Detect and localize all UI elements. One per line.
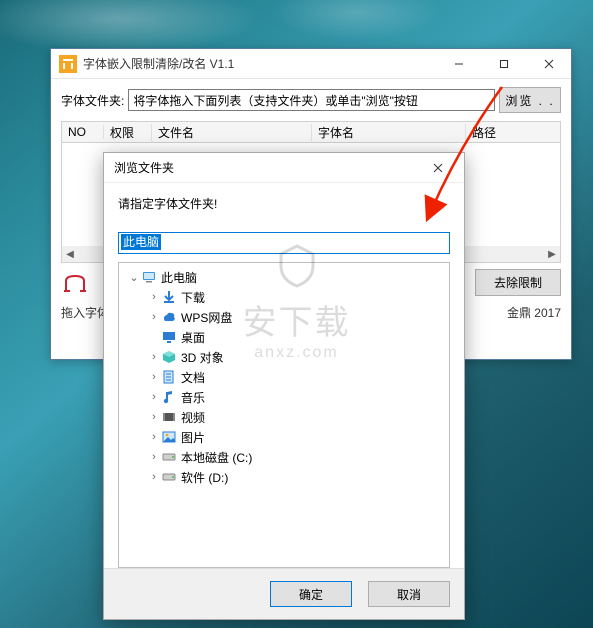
app-icon	[59, 55, 77, 73]
chevron-right-icon[interactable]: ›	[147, 291, 161, 303]
tree-node-label: 桌面	[181, 329, 205, 346]
scroll-right-icon[interactable]: ▶	[544, 246, 560, 262]
maximize-button[interactable]	[481, 49, 526, 78]
tree-node[interactable]: › 本地磁盘 (C:)	[121, 447, 447, 467]
videos-icon	[161, 409, 177, 425]
tree-node[interactable]: › 3D 对象	[121, 347, 447, 367]
minimize-button[interactable]	[436, 49, 481, 78]
tree-node[interactable]: › 软件 (D:)	[121, 467, 447, 487]
disk-icon	[161, 449, 177, 465]
col-no[interactable]: NO	[62, 125, 104, 139]
dialog-body: 请指定字体文件夹! 此电脑 ⌄此电脑›下载›WPS网盘桌面›3D 对象›文档›音…	[104, 183, 464, 568]
browse-button[interactable]: 浏览 . .	[499, 87, 561, 113]
tree-node[interactable]: › 音乐	[121, 387, 447, 407]
tree-node-label: 视频	[181, 409, 205, 426]
disk-icon	[161, 469, 177, 485]
chevron-right-icon[interactable]: ›	[147, 371, 161, 383]
tree-node-label: 软件 (D:)	[181, 469, 228, 486]
wps-icon	[161, 309, 177, 325]
chevron-right-icon[interactable]: ›	[147, 451, 161, 463]
chevron-right-icon[interactable]: ›	[147, 431, 161, 443]
cancel-button[interactable]: 取消	[368, 581, 450, 607]
col-path[interactable]: 路径	[466, 124, 560, 141]
folder-tree[interactable]: ⌄此电脑›下载›WPS网盘桌面›3D 对象›文档›音乐›视频›图片›本地磁盘 (…	[118, 262, 450, 568]
tree-node-label: 文档	[181, 369, 205, 386]
folder-row: 字体文件夹: 浏览 . .	[61, 87, 561, 113]
selected-folder-text: 此电脑	[121, 234, 161, 250]
tree-node-label: 此电脑	[161, 269, 197, 286]
tree-node[interactable]: 桌面	[121, 327, 447, 347]
author-text: 金鼎 2017	[507, 304, 561, 321]
chevron-right-icon[interactable]: ›	[147, 311, 161, 323]
list-header: NO 权限 文件名 字体名 路径	[61, 121, 561, 143]
logo-icon	[61, 271, 89, 295]
close-button[interactable]	[526, 49, 571, 78]
col-perm[interactable]: 权限	[104, 124, 152, 141]
chevron-down-icon[interactable]: ⌄	[127, 271, 141, 284]
folder-input[interactable]	[128, 89, 495, 111]
dialog-title: 浏览文件夹	[114, 159, 174, 176]
dialog-close-button[interactable]	[415, 154, 460, 182]
downloads-icon	[161, 289, 177, 305]
remove-limit-button[interactable]: 去除限制	[475, 269, 561, 296]
hint-text: 拖入字体	[61, 304, 109, 321]
col-file[interactable]: 文件名	[152, 124, 312, 141]
browse-folder-dialog: 浏览文件夹 请指定字体文件夹! 此电脑 ⌄此电脑›下载›WPS网盘桌面›3D 对…	[103, 152, 465, 620]
tree-node[interactable]: › WPS网盘	[121, 307, 447, 327]
tree-node[interactable]: › 图片	[121, 427, 447, 447]
folder-label: 字体文件夹:	[61, 92, 124, 109]
col-font[interactable]: 字体名	[312, 124, 466, 141]
tree-node[interactable]: › 文档	[121, 367, 447, 387]
pictures-icon	[161, 429, 177, 445]
dialog-footer: 确定 取消	[104, 568, 464, 619]
3d-icon	[161, 349, 177, 365]
selected-folder-input[interactable]: 此电脑	[118, 232, 450, 254]
dialog-message: 请指定字体文件夹!	[118, 195, 450, 212]
music-icon	[161, 389, 177, 405]
tree-node-label: 本地磁盘 (C:)	[181, 449, 252, 466]
tree-node-label: 3D 对象	[181, 349, 224, 366]
scroll-left-icon[interactable]: ◀	[62, 246, 78, 262]
chevron-right-icon[interactable]: ›	[147, 391, 161, 403]
tree-node[interactable]: ⌄ 此电脑	[121, 267, 447, 287]
tree-node[interactable]: › 视频	[121, 407, 447, 427]
tree-node-label: 下载	[181, 289, 205, 306]
chevron-right-icon[interactable]: ›	[147, 471, 161, 483]
window-title: 字体嵌入限制清除/改名 V1.1	[83, 55, 234, 72]
chevron-right-icon[interactable]: ›	[147, 411, 161, 423]
tree-node[interactable]: › 下载	[121, 287, 447, 307]
desktop-icon	[161, 329, 177, 345]
ok-button[interactable]: 确定	[270, 581, 352, 607]
chevron-right-icon[interactable]: ›	[147, 351, 161, 363]
dialog-titlebar: 浏览文件夹	[104, 153, 464, 183]
pc-icon	[141, 269, 157, 285]
documents-icon	[161, 369, 177, 385]
tree-node-label: 图片	[181, 429, 205, 446]
tree-node-label: WPS网盘	[181, 309, 232, 326]
titlebar: 字体嵌入限制清除/改名 V1.1	[51, 49, 571, 79]
tree-node-label: 音乐	[181, 389, 205, 406]
window-controls	[436, 49, 571, 78]
